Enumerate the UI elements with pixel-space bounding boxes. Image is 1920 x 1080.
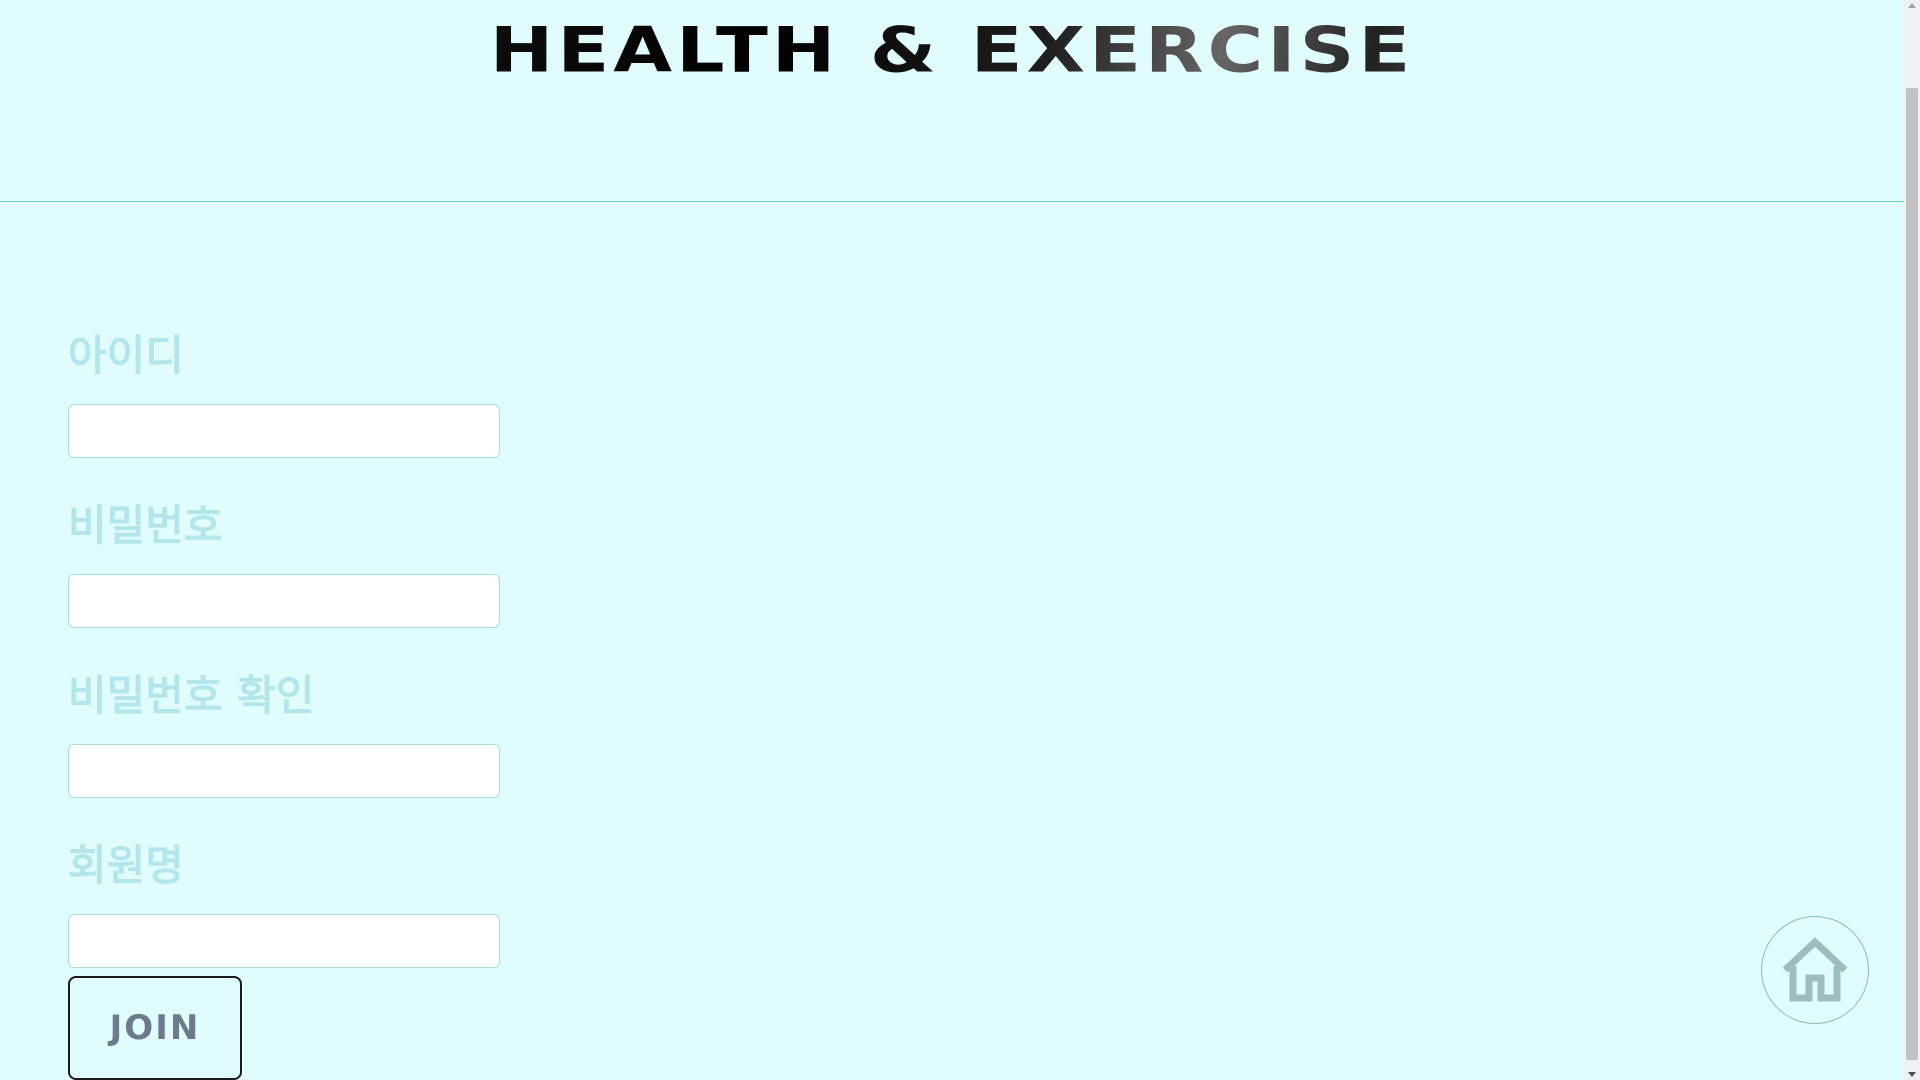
site-title: HEALTH & EXERCISE bbox=[0, 15, 1904, 85]
user-id-label: 아이디 bbox=[68, 331, 184, 380]
home-icon bbox=[1782, 937, 1848, 1002]
password-confirm-input[interactable] bbox=[68, 744, 500, 798]
scroll-up-arrow-icon[interactable] bbox=[1908, 3, 1916, 8]
scroll-thumb[interactable] bbox=[1906, 88, 1918, 1060]
signup-form: 아이디 비밀번호 비밀번호 확인 회원명 bbox=[68, 320, 568, 1010]
user-id-input[interactable] bbox=[68, 404, 500, 458]
member-name-input[interactable] bbox=[68, 914, 500, 968]
home-button[interactable] bbox=[1761, 916, 1869, 1024]
password-label: 비밀번호 bbox=[68, 501, 223, 550]
page-scrollbar[interactable] bbox=[1904, 0, 1920, 1080]
password-input[interactable] bbox=[68, 574, 500, 628]
member-name-label: 회원명 bbox=[68, 841, 184, 890]
password-confirm-label: 비밀번호 확인 bbox=[68, 671, 315, 720]
signup-page: HEALTH & EXERCISE 아이디 비밀번호 비밀번호 확인 회원명 J… bbox=[0, 0, 1920, 1080]
join-button[interactable]: JOIN bbox=[68, 976, 242, 1080]
scroll-down-arrow-icon[interactable] bbox=[1908, 1072, 1916, 1077]
page-header: HEALTH & EXERCISE bbox=[0, 0, 1904, 202]
